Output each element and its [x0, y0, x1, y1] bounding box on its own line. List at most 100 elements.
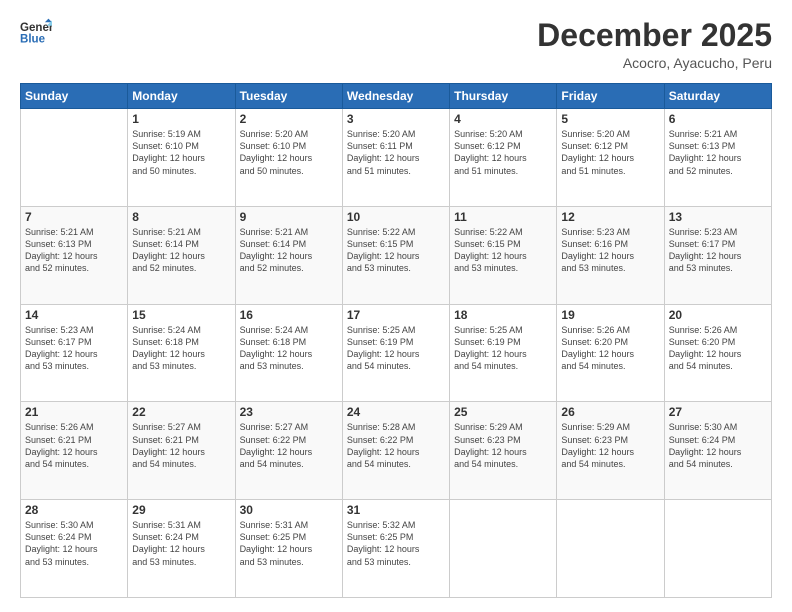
col-tuesday: Tuesday [235, 84, 342, 109]
table-cell [664, 500, 771, 598]
cell-info: Sunrise: 5:30 AM Sunset: 6:24 PM Dayligh… [669, 421, 767, 470]
logo-icon: General Blue [20, 18, 52, 46]
calendar-header-row: Sunday Monday Tuesday Wednesday Thursday… [21, 84, 772, 109]
day-number: 18 [454, 308, 552, 322]
cell-info: Sunrise: 5:26 AM Sunset: 6:20 PM Dayligh… [561, 324, 659, 373]
cell-info: Sunrise: 5:27 AM Sunset: 6:21 PM Dayligh… [132, 421, 230, 470]
page: General Blue December 2025 Acocro, Ayacu… [0, 0, 792, 612]
cell-info: Sunrise: 5:23 AM Sunset: 6:17 PM Dayligh… [669, 226, 767, 275]
logo: General Blue [20, 18, 52, 46]
table-cell: 9 Sunrise: 5:21 AM Sunset: 6:14 PM Daylig… [235, 206, 342, 304]
cell-info: Sunrise: 5:21 AM Sunset: 6:13 PM Dayligh… [25, 226, 123, 275]
day-number: 11 [454, 210, 552, 224]
cell-info: Sunrise: 5:20 AM Sunset: 6:12 PM Dayligh… [454, 128, 552, 177]
col-friday: Friday [557, 84, 664, 109]
day-number: 27 [669, 405, 767, 419]
cell-info: Sunrise: 5:22 AM Sunset: 6:15 PM Dayligh… [347, 226, 445, 275]
cell-info: Sunrise: 5:31 AM Sunset: 6:25 PM Dayligh… [240, 519, 338, 568]
cell-info: Sunrise: 5:24 AM Sunset: 6:18 PM Dayligh… [132, 324, 230, 373]
table-cell: 28 Sunrise: 5:30 AM Sunset: 6:24 PM Dayli… [21, 500, 128, 598]
cell-info: Sunrise: 5:21 AM Sunset: 6:14 PM Dayligh… [132, 226, 230, 275]
day-number: 28 [25, 503, 123, 517]
week-row-1: 1 Sunrise: 5:19 AM Sunset: 6:10 PM Daylig… [21, 109, 772, 207]
day-number: 25 [454, 405, 552, 419]
cell-info: Sunrise: 5:21 AM Sunset: 6:14 PM Dayligh… [240, 226, 338, 275]
day-number: 10 [347, 210, 445, 224]
day-number: 15 [132, 308, 230, 322]
location: Acocro, Ayacucho, Peru [537, 55, 772, 71]
cell-info: Sunrise: 5:25 AM Sunset: 6:19 PM Dayligh… [347, 324, 445, 373]
table-cell: 20Sunrise: 5:26 AM Sunset: 6:20 PM Dayli… [664, 304, 771, 402]
table-cell: 27 Sunrise: 5:30 AM Sunset: 6:24 PM Dayli… [664, 402, 771, 500]
day-number: 4 [454, 112, 552, 126]
svg-text:Blue: Blue [20, 34, 46, 46]
cell-info: Sunrise: 5:22 AM Sunset: 6:15 PM Dayligh… [454, 226, 552, 275]
table-cell: 23 Sunrise: 5:27 AM Sunset: 6:22 PM Dayli… [235, 402, 342, 500]
day-number: 20 [669, 308, 767, 322]
col-thursday: Thursday [450, 84, 557, 109]
day-number: 1 [132, 112, 230, 126]
day-number: 16 [240, 308, 338, 322]
table-cell [21, 109, 128, 207]
day-number: 7 [25, 210, 123, 224]
day-number: 14 [25, 308, 123, 322]
table-cell: 31Sunrise: 5:32 AM Sunset: 6:25 PM Dayli… [342, 500, 449, 598]
col-saturday: Saturday [664, 84, 771, 109]
day-number: 17 [347, 308, 445, 322]
month-title: December 2025 [537, 18, 772, 53]
table-cell: 14 Sunrise: 5:23 AM Sunset: 6:17 PM Dayli… [21, 304, 128, 402]
day-number: 9 [240, 210, 338, 224]
cell-info: Sunrise: 5:32 AM Sunset: 6:25 PM Dayligh… [347, 519, 445, 568]
col-monday: Monday [128, 84, 235, 109]
day-number: 12 [561, 210, 659, 224]
day-number: 6 [669, 112, 767, 126]
cell-info: Sunrise: 5:30 AM Sunset: 6:24 PM Dayligh… [25, 519, 123, 568]
col-wednesday: Wednesday [342, 84, 449, 109]
week-row-5: 28 Sunrise: 5:30 AM Sunset: 6:24 PM Dayli… [21, 500, 772, 598]
day-number: 5 [561, 112, 659, 126]
day-number: 29 [132, 503, 230, 517]
cell-info: Sunrise: 5:31 AM Sunset: 6:24 PM Dayligh… [132, 519, 230, 568]
day-number: 13 [669, 210, 767, 224]
week-row-4: 21 Sunrise: 5:26 AM Sunset: 6:21 PM Dayli… [21, 402, 772, 500]
table-cell: 21 Sunrise: 5:26 AM Sunset: 6:21 PM Dayli… [21, 402, 128, 500]
table-cell: 7 Sunrise: 5:21 AM Sunset: 6:13 PM Daylig… [21, 206, 128, 304]
day-number: 24 [347, 405, 445, 419]
week-row-3: 14 Sunrise: 5:23 AM Sunset: 6:17 PM Dayli… [21, 304, 772, 402]
calendar-table: Sunday Monday Tuesday Wednesday Thursday… [20, 83, 772, 598]
cell-info: Sunrise: 5:20 AM Sunset: 6:11 PM Dayligh… [347, 128, 445, 177]
day-number: 3 [347, 112, 445, 126]
table-cell: 1 Sunrise: 5:19 AM Sunset: 6:10 PM Daylig… [128, 109, 235, 207]
day-number: 26 [561, 405, 659, 419]
day-number: 21 [25, 405, 123, 419]
table-cell: 5 Sunrise: 5:20 AM Sunset: 6:12 PM Daylig… [557, 109, 664, 207]
cell-info: Sunrise: 5:25 AM Sunset: 6:19 PM Dayligh… [454, 324, 552, 373]
cell-info: Sunrise: 5:21 AM Sunset: 6:13 PM Dayligh… [669, 128, 767, 177]
table-cell: 3 Sunrise: 5:20 AM Sunset: 6:11 PM Daylig… [342, 109, 449, 207]
cell-info: Sunrise: 5:19 AM Sunset: 6:10 PM Dayligh… [132, 128, 230, 177]
cell-info: Sunrise: 5:26 AM Sunset: 6:21 PM Dayligh… [25, 421, 123, 470]
table-cell: 15 Sunrise: 5:24 AM Sunset: 6:18 PM Dayli… [128, 304, 235, 402]
cell-info: Sunrise: 5:27 AM Sunset: 6:22 PM Dayligh… [240, 421, 338, 470]
table-cell: 22 Sunrise: 5:27 AM Sunset: 6:21 PM Dayli… [128, 402, 235, 500]
table-cell: 13 Sunrise: 5:23 AM Sunset: 6:17 PM Dayli… [664, 206, 771, 304]
table-cell: 26 Sunrise: 5:29 AM Sunset: 6:23 PM Dayli… [557, 402, 664, 500]
day-number: 23 [240, 405, 338, 419]
cell-info: Sunrise: 5:29 AM Sunset: 6:23 PM Dayligh… [454, 421, 552, 470]
cell-info: Sunrise: 5:28 AM Sunset: 6:22 PM Dayligh… [347, 421, 445, 470]
table-cell: 17 Sunrise: 5:25 AM Sunset: 6:19 PM Dayli… [342, 304, 449, 402]
table-cell: 8Sunrise: 5:21 AM Sunset: 6:14 PM Daylig… [128, 206, 235, 304]
cell-info: Sunrise: 5:29 AM Sunset: 6:23 PM Dayligh… [561, 421, 659, 470]
header: General Blue December 2025 Acocro, Ayacu… [20, 18, 772, 71]
table-cell: 10 Sunrise: 5:22 AM Sunset: 6:15 PM Dayli… [342, 206, 449, 304]
table-cell: 18 Sunrise: 5:25 AM Sunset: 6:19 PM Dayli… [450, 304, 557, 402]
table-cell: 11 Sunrise: 5:22 AM Sunset: 6:15 PM Dayli… [450, 206, 557, 304]
cell-info: Sunrise: 5:23 AM Sunset: 6:17 PM Dayligh… [25, 324, 123, 373]
cell-info: Sunrise: 5:23 AM Sunset: 6:16 PM Dayligh… [561, 226, 659, 275]
table-cell: 16Sunrise: 5:24 AM Sunset: 6:18 PM Dayli… [235, 304, 342, 402]
table-cell: 24 Sunrise: 5:28 AM Sunset: 6:22 PM Dayli… [342, 402, 449, 500]
day-number: 19 [561, 308, 659, 322]
cell-info: Sunrise: 5:20 AM Sunset: 6:12 PM Dayligh… [561, 128, 659, 177]
day-number: 22 [132, 405, 230, 419]
table-cell: 4 Sunrise: 5:20 AM Sunset: 6:12 PM Daylig… [450, 109, 557, 207]
